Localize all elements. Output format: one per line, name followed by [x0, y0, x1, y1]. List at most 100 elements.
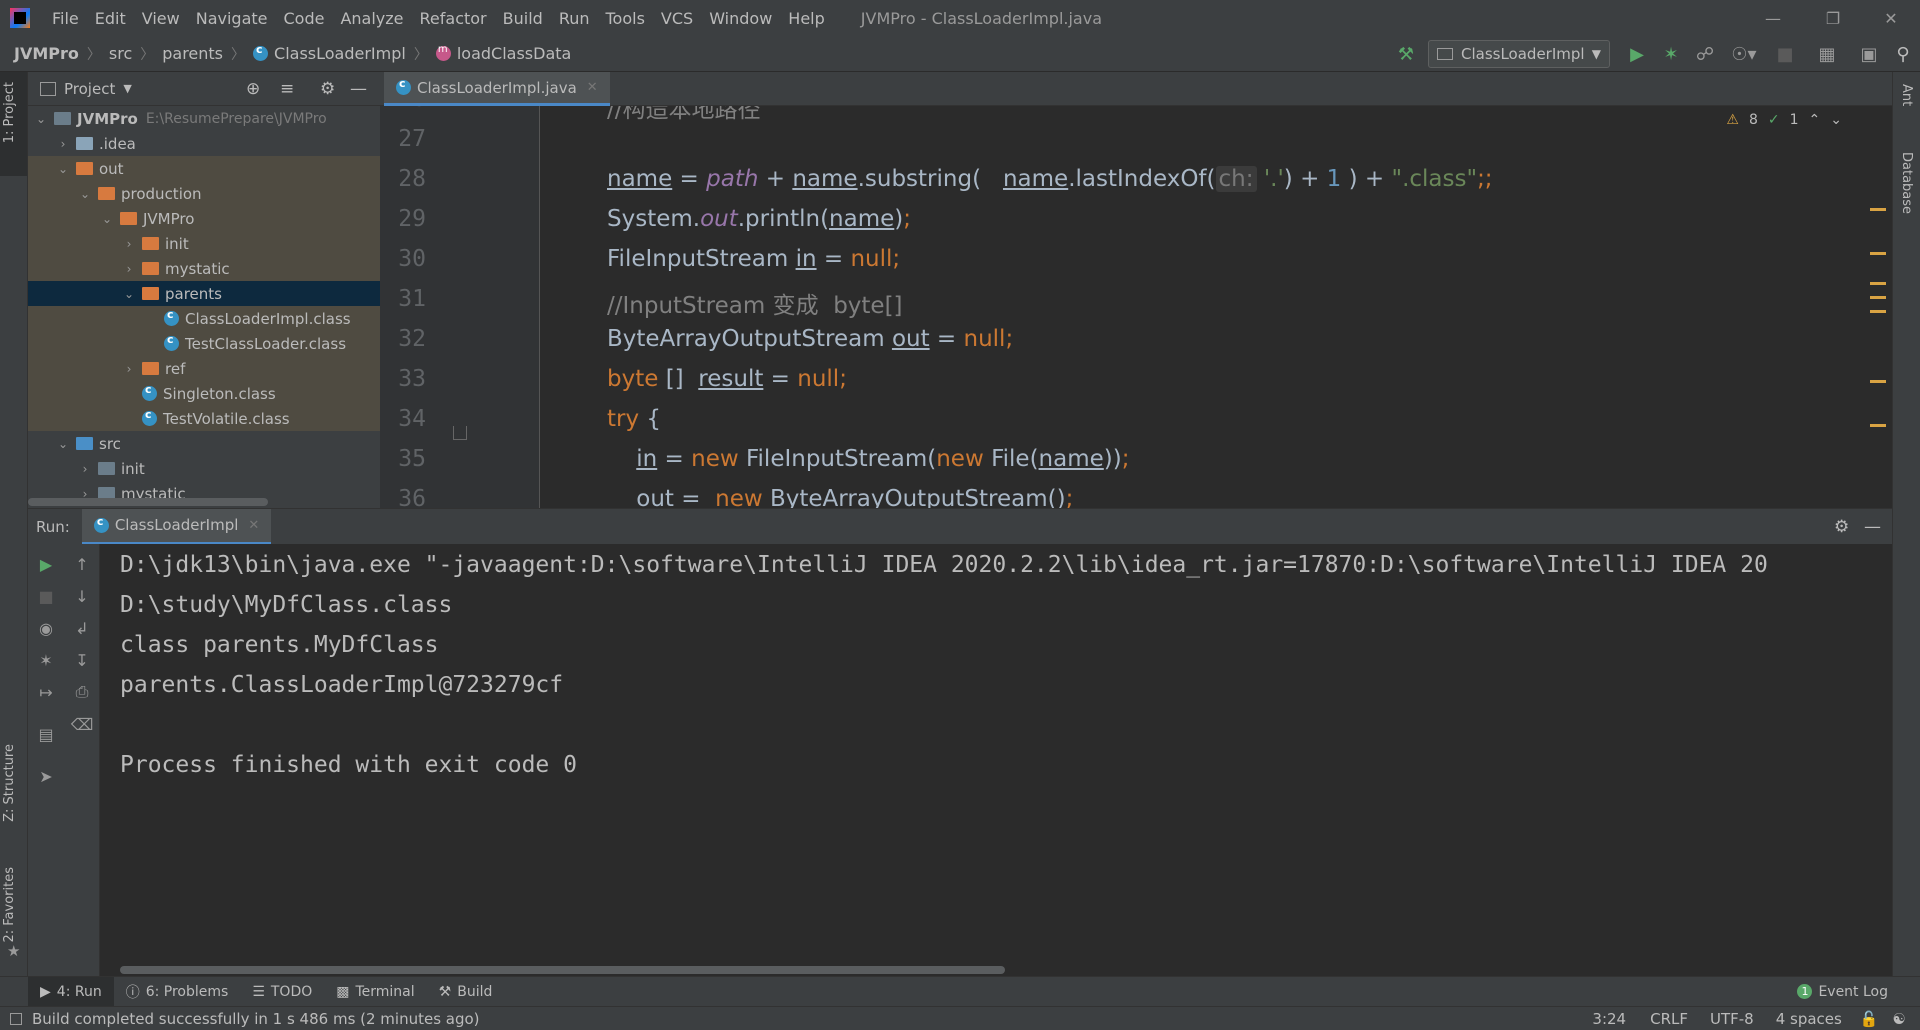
tree-item[interactable]: › ref [28, 356, 380, 381]
tree-item[interactable]: › init [28, 456, 380, 481]
stop-icon[interactable]: ■ [36, 586, 56, 606]
close-window-button[interactable]: ✕ [1862, 0, 1920, 36]
tree-item[interactable]: ⌄ JVMPro E:\ResumePrepare\JVMPro [28, 106, 380, 131]
warning-marker[interactable] [1870, 208, 1886, 211]
breadcrumb-method[interactable]: loadClassData [457, 44, 572, 63]
chevron-right-icon[interactable]: › [78, 462, 92, 476]
console-scrollbar[interactable] [120, 966, 1005, 974]
arrow-up-icon[interactable]: ↑ [72, 554, 92, 574]
layout-icon[interactable]: ▣ [1854, 36, 1884, 72]
fold-marker-icon[interactable] [453, 426, 467, 440]
menu-tools[interactable]: Tools [598, 9, 653, 28]
menu-view[interactable]: View [134, 9, 188, 28]
file-encoding[interactable]: UTF-8 [1710, 1010, 1754, 1028]
chevron-right-icon[interactable]: › [56, 137, 70, 151]
menu-build[interactable]: Build [495, 9, 551, 28]
collapse-all-icon[interactable]: ≡ [280, 79, 294, 99]
code-editor[interactable]: 26 27 28 29 30 31 32 33 34 35 36 //构造本地路径 name = p… [380, 106, 1892, 508]
run-play-icon[interactable]: ▶ [1622, 36, 1652, 72]
hide-panel-icon[interactable]: — [1864, 517, 1881, 537]
tree-item[interactable]: ⌄ parents [28, 281, 380, 306]
stop-icon[interactable]: ■ [1770, 36, 1800, 72]
build-hammer-icon[interactable]: ⚒ [1392, 36, 1420, 72]
arrow-down-icon[interactable]: ↓ [72, 586, 92, 606]
build-tool-tab[interactable]: ⚒ Build [427, 977, 505, 1007]
editor-tab-classloaderimpl[interactable]: ClassLoaderImpl.java ✕ [384, 72, 610, 106]
previous-highlight-icon[interactable]: ⌃ [1809, 112, 1821, 128]
hide-panel-icon[interactable]: — [350, 79, 367, 99]
exit-icon[interactable]: ↦ [36, 682, 56, 702]
tree-item[interactable]: TestClassLoader.class [28, 331, 380, 356]
database-tool-tab[interactable]: Database [1899, 152, 1914, 214]
tree-item[interactable]: ⌄ production [28, 181, 380, 206]
menu-navigate[interactable]: Navigate [188, 9, 276, 28]
structure-tool-tab[interactable]: Z: Structure [2, 744, 17, 822]
layout-icon[interactable]: ▤ [36, 724, 56, 744]
menu-refactor[interactable]: Refactor [412, 9, 495, 28]
restore-button[interactable]: ❐ [1804, 0, 1862, 36]
project-structure-icon[interactable]: ▦ [1812, 36, 1842, 72]
run-tool-tab[interactable]: ▶ 4: Run [28, 976, 114, 1007]
scroll-to-end-icon[interactable]: ↧ [72, 650, 92, 670]
tree-item[interactable]: › .idea [28, 131, 380, 156]
indent-setting[interactable]: 4 spaces [1776, 1010, 1842, 1028]
todo-tool-tab[interactable]: ☰ TODO [240, 977, 324, 1007]
favorites-tool-tab[interactable]: 2: Favorites [2, 867, 17, 943]
pin-icon[interactable]: ➤ [36, 766, 56, 786]
toggle-tool-windows-icon[interactable] [10, 1012, 22, 1025]
warning-marker[interactable] [1870, 310, 1886, 313]
warning-marker[interactable] [1870, 252, 1886, 255]
menu-analyze[interactable]: Analyze [332, 9, 411, 28]
menu-vcs[interactable]: VCS [653, 9, 701, 28]
rerun-icon[interactable]: ▶ [36, 554, 56, 574]
breadcrumb-project[interactable]: JVMPro [14, 44, 79, 63]
warning-marker[interactable] [1870, 424, 1886, 427]
camera-icon[interactable]: ◉ [36, 618, 56, 638]
chevron-down-icon[interactable]: ⌄ [34, 112, 48, 126]
breadcrumb-src[interactable]: src [109, 44, 132, 63]
profiler-icon[interactable]: ☉▾ [1724, 36, 1764, 72]
run-tab-classloaderimpl[interactable]: ClassLoaderImpl ✕ [81, 508, 272, 545]
soft-wrap-icon[interactable]: ↲ [72, 618, 92, 638]
next-highlight-icon[interactable]: ⌄ [1830, 112, 1842, 128]
breadcrumb-class[interactable]: ClassLoaderImpl [274, 44, 406, 63]
line-separator[interactable]: CRLF [1650, 1010, 1688, 1028]
warning-marker[interactable] [1870, 282, 1886, 285]
project-tree-scrollbar[interactable] [28, 498, 268, 506]
coverage-icon[interactable]: ☍ [1690, 36, 1720, 72]
menu-code[interactable]: Code [276, 9, 333, 28]
trash-icon[interactable]: ⌫ [71, 714, 94, 734]
menu-run[interactable]: Run [551, 9, 598, 28]
chevron-down-icon[interactable]: ⌄ [56, 162, 70, 176]
chevron-right-icon[interactable]: › [122, 237, 136, 251]
warning-marker[interactable] [1870, 380, 1886, 383]
menu-file[interactable]: File [44, 9, 87, 28]
gear-icon[interactable]: ⚙ [1834, 517, 1849, 537]
debug-bug-icon[interactable]: ✶ [1656, 36, 1686, 72]
chevron-down-icon[interactable]: ⌄ [56, 437, 70, 451]
tree-item[interactable]: ⌄ JVMPro [28, 206, 380, 231]
ant-tool-tab[interactable]: Ant [1899, 84, 1914, 106]
close-tab-icon[interactable]: ✕ [587, 80, 598, 95]
problems-tool-tab[interactable]: ⓘ 6: Problems [114, 977, 241, 1007]
inspection-widget[interactable]: ⚠ 8 ✓ 1 ⌃ ⌄ [1726, 112, 1842, 128]
search-icon[interactable]: ⚲ [1888, 36, 1918, 72]
minimize-button[interactable]: — [1744, 0, 1802, 36]
chevron-right-icon[interactable]: › [122, 362, 136, 376]
warning-marker[interactable] [1870, 296, 1886, 299]
tree-item[interactable]: › init [28, 231, 380, 256]
terminal-tool-tab[interactable]: ▩ Terminal [324, 977, 426, 1007]
tree-item[interactable]: TestVolatile.class [28, 406, 380, 431]
tree-item[interactable]: Singleton.class [28, 381, 380, 406]
run-configuration-select[interactable]: ClassLoaderImpl ▼ [1428, 40, 1610, 68]
print-icon[interactable]: ⎙ [72, 682, 92, 702]
chevron-down-icon[interactable]: ⌄ [100, 212, 114, 226]
event-log-tool-tab[interactable]: 1 Event Log [1785, 977, 1900, 1007]
chevron-right-icon[interactable]: › [122, 262, 136, 276]
tree-item[interactable]: ⌄ out [28, 156, 380, 181]
tree-item[interactable]: ClassLoaderImpl.class [28, 306, 380, 331]
project-tool-tab[interactable]: 1: Project [2, 82, 17, 143]
menu-window[interactable]: Window [701, 9, 780, 28]
menu-edit[interactable]: Edit [87, 9, 134, 28]
console-output[interactable]: D:\jdk13\bin\java.exe "-javaagent:D:\sof… [100, 544, 1892, 976]
